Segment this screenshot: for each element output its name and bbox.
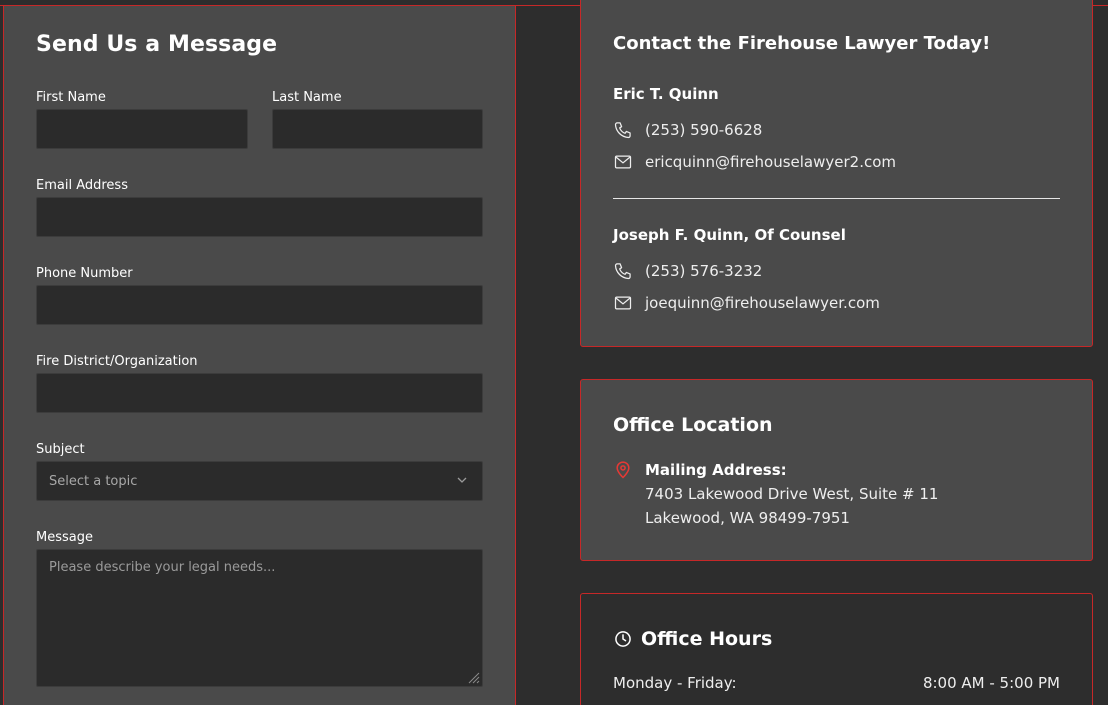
subject-label: Subject bbox=[36, 442, 85, 457]
email-address: joequinn@firehouselawyer.com bbox=[645, 294, 880, 312]
phone-icon bbox=[614, 263, 631, 280]
map-pin-icon bbox=[616, 461, 630, 479]
phone-field bbox=[36, 285, 483, 325]
mailing-address-label: Mailing Address: bbox=[645, 461, 787, 479]
address-line-1: 7403 Lakewood Drive West, Suite # 11 bbox=[645, 485, 939, 503]
phone-row[interactable]: (253) 576-3232 bbox=[613, 261, 762, 281]
last-name-input[interactable] bbox=[273, 110, 482, 148]
email-input[interactable] bbox=[37, 198, 482, 236]
resize-grip-icon[interactable] bbox=[466, 670, 480, 684]
message-textarea[interactable] bbox=[37, 550, 482, 686]
hours-title: Office Hours bbox=[641, 628, 773, 650]
email-field bbox=[36, 197, 483, 237]
email-row[interactable]: joequinn@firehouselawyer.com bbox=[613, 293, 880, 313]
contact-form-panel: Send Us a Message First Name Last Name E… bbox=[3, 5, 516, 705]
address-line-2: Lakewood, WA 98499-7951 bbox=[645, 509, 850, 527]
first-name-label: First Name bbox=[36, 90, 106, 105]
person-name: Eric T. Quinn bbox=[613, 85, 719, 103]
person-name: Joseph F. Quinn, Of Counsel bbox=[613, 226, 846, 244]
first-name-field bbox=[36, 109, 248, 149]
address-block: Mailing Address: 7403 Lakewood Drive Wes… bbox=[613, 458, 938, 530]
phone-row[interactable]: (253) 590-6628 bbox=[613, 120, 762, 140]
email-row[interactable]: ericquinn@firehouselawyer2.com bbox=[613, 152, 896, 172]
form-title: Send Us a Message bbox=[36, 32, 278, 57]
hours-time: 8:00 AM - 5:00 PM bbox=[922, 674, 1060, 692]
subject-selected-value: Select a topic bbox=[49, 474, 138, 489]
email-label: Email Address bbox=[36, 178, 128, 193]
clock-icon bbox=[615, 631, 631, 647]
office-location-card: Office Location Mailing Address: 7403 La… bbox=[580, 379, 1093, 561]
contact-card: Contact the Firehouse Lawyer Today! Eric… bbox=[580, 0, 1093, 347]
phone-number: (253) 576-3232 bbox=[645, 262, 763, 280]
contact-divider bbox=[613, 198, 1060, 199]
hours-row: Monday - Friday: 8:00 AM - 5:00 PM bbox=[613, 674, 1060, 692]
phone-icon bbox=[614, 122, 631, 139]
organization-label: Fire District/Organization bbox=[36, 354, 198, 369]
mail-icon bbox=[614, 296, 632, 310]
contact-card-title: Contact the Firehouse Lawyer Today! bbox=[613, 33, 991, 54]
hours-title-row: Office Hours bbox=[613, 628, 772, 650]
organization-input[interactable] bbox=[37, 374, 482, 412]
subject-select[interactable]: Select a topic bbox=[36, 461, 483, 501]
last-name-label: Last Name bbox=[272, 90, 342, 105]
hours-day: Monday - Friday: bbox=[613, 674, 737, 692]
office-hours-card: Office Hours Monday - Friday: 8:00 AM - … bbox=[580, 593, 1093, 705]
location-title: Office Location bbox=[613, 414, 773, 436]
phone-label: Phone Number bbox=[36, 266, 133, 281]
chevron-down-icon bbox=[457, 477, 467, 483]
first-name-input[interactable] bbox=[37, 110, 247, 148]
message-label: Message bbox=[36, 530, 93, 545]
mail-icon bbox=[614, 155, 632, 169]
phone-input[interactable] bbox=[37, 286, 482, 324]
email-address: ericquinn@firehouselawyer2.com bbox=[645, 153, 897, 171]
last-name-field bbox=[272, 109, 483, 149]
message-field bbox=[36, 549, 483, 687]
organization-field bbox=[36, 373, 483, 413]
phone-number: (253) 590-6628 bbox=[645, 121, 763, 139]
